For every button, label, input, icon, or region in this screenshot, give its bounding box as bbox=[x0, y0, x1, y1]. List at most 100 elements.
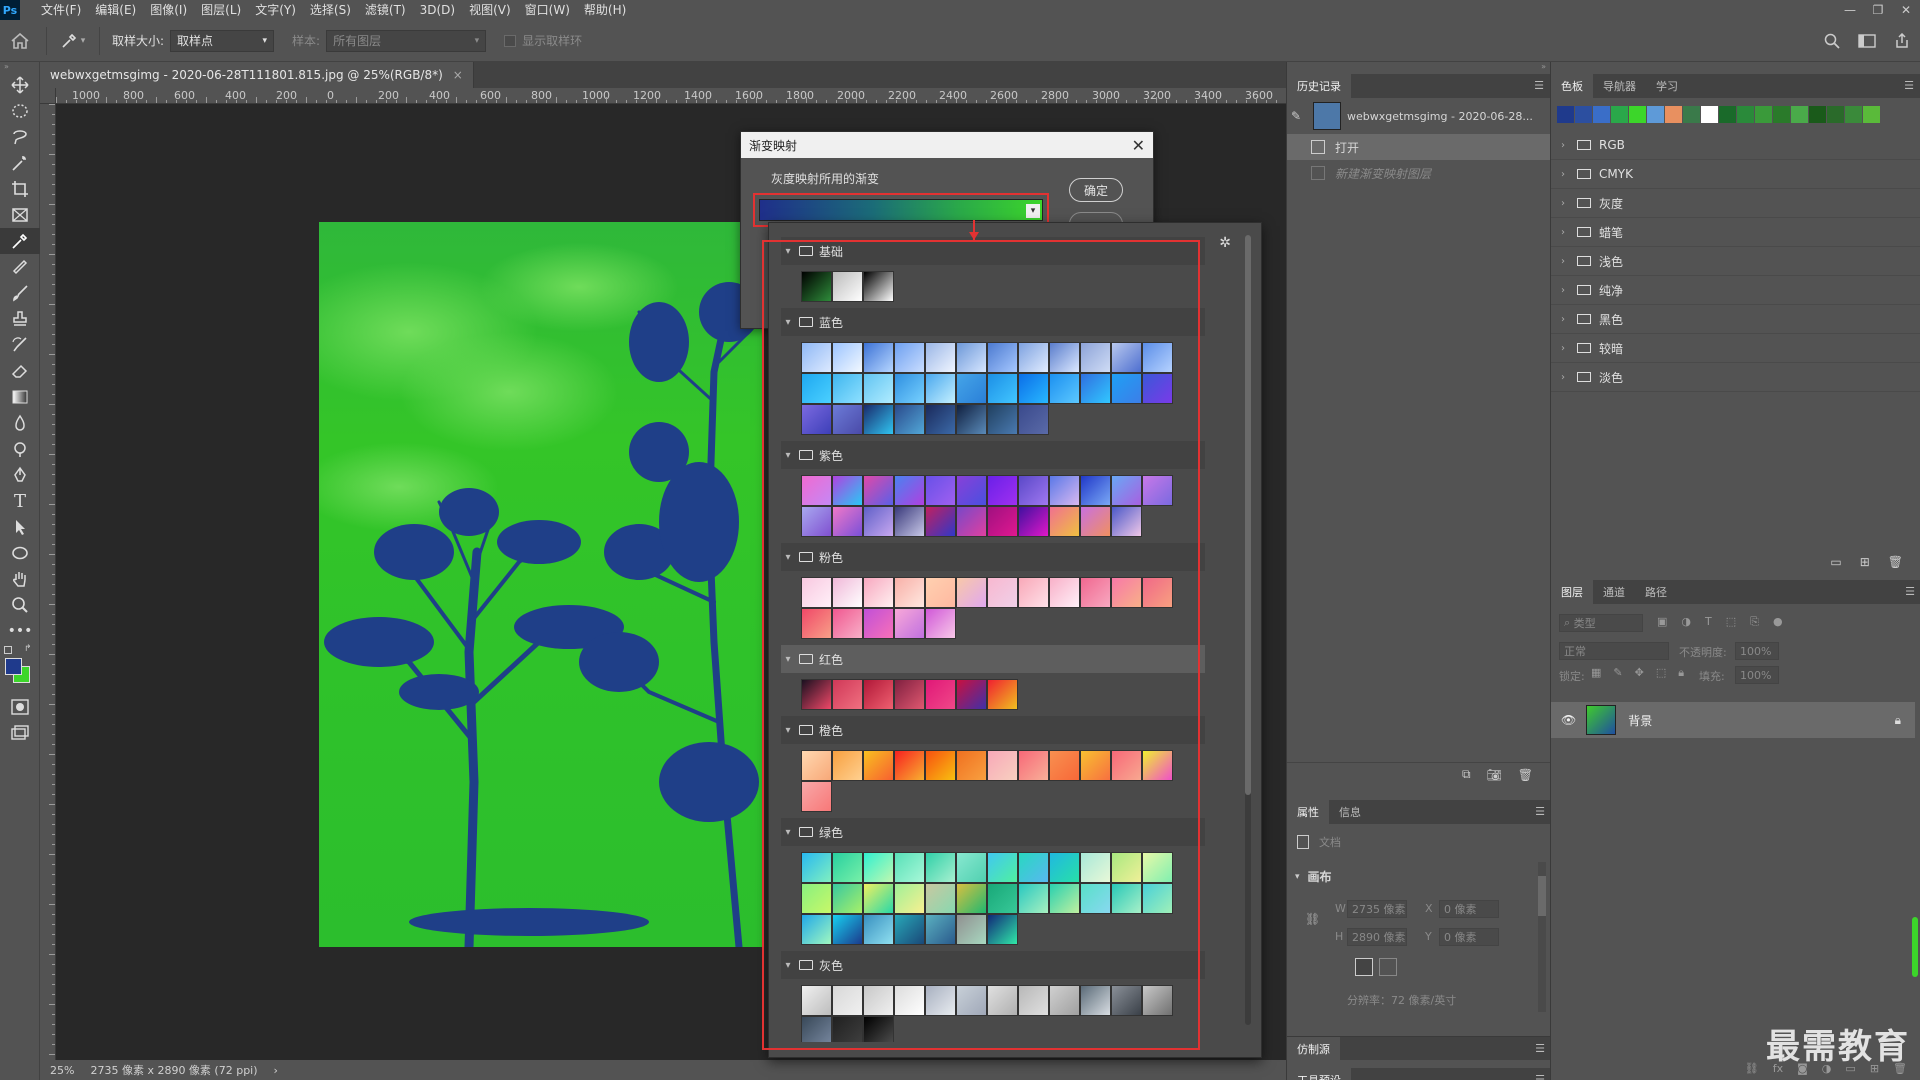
gradient-swatch[interactable] bbox=[832, 1016, 863, 1042]
color-swatch[interactable] bbox=[1611, 106, 1628, 123]
gradient-swatch[interactable] bbox=[801, 750, 832, 781]
lock-transparency-icon[interactable]: ▦ bbox=[1591, 666, 1601, 680]
dodge-tool[interactable] bbox=[0, 436, 40, 462]
close-icon[interactable]: ✕ bbox=[1892, 0, 1920, 20]
adjustment-filter-icon[interactable]: ◑ bbox=[1681, 615, 1691, 629]
gradient-swatch[interactable] bbox=[863, 1016, 894, 1042]
blend-mode-select[interactable]: 正常 bbox=[1559, 642, 1669, 660]
ok-button[interactable]: 确定 bbox=[1069, 178, 1123, 202]
magic-wand-tool[interactable] bbox=[0, 150, 40, 176]
color-swatch[interactable] bbox=[1863, 106, 1880, 123]
gradient-swatch[interactable] bbox=[863, 475, 894, 506]
gradient-swatch[interactable] bbox=[801, 506, 832, 537]
gradient-swatch[interactable] bbox=[801, 373, 832, 404]
gradient-swatch[interactable] bbox=[894, 750, 925, 781]
document-tab[interactable]: webwxgetmsgimg - 2020-06-28T111801.815.j… bbox=[40, 62, 474, 88]
gradient-swatch[interactable] bbox=[1018, 404, 1049, 435]
new-document-icon[interactable]: ⧉ bbox=[1462, 767, 1471, 782]
menu-item[interactable]: 编辑(E) bbox=[88, 0, 143, 20]
gradient-swatch[interactable] bbox=[925, 404, 956, 435]
gradient-swatch[interactable] bbox=[1142, 883, 1173, 914]
gradient-swatch[interactable] bbox=[987, 342, 1018, 373]
lock-pixels-icon[interactable]: ✎ bbox=[1613, 666, 1622, 680]
color-swatch[interactable] bbox=[1629, 106, 1646, 123]
toolbar-collapse-icon[interactable]: » bbox=[0, 62, 39, 72]
workspace-icon[interactable] bbox=[1858, 34, 1876, 48]
gradient-swatch[interactable] bbox=[987, 404, 1018, 435]
gradient-swatch[interactable] bbox=[863, 373, 894, 404]
gradient-swatch[interactable] bbox=[863, 852, 894, 883]
gradient-swatch[interactable] bbox=[801, 1016, 832, 1042]
gradient-swatch[interactable] bbox=[987, 373, 1018, 404]
gradient-swatch[interactable] bbox=[1049, 373, 1080, 404]
gradient-group-header[interactable]: ▾ 红色 bbox=[781, 645, 1205, 673]
swatch-folder[interactable]: › 纯净 bbox=[1551, 276, 1920, 305]
gradient-swatch[interactable] bbox=[832, 577, 863, 608]
eyedropper-preset-icon[interactable]: ▾ bbox=[53, 33, 93, 49]
gradient-preview[interactable]: ▾ bbox=[759, 199, 1043, 221]
color-swatch[interactable] bbox=[1683, 106, 1700, 123]
gradient-swatch[interactable] bbox=[894, 404, 925, 435]
lasso-tool[interactable] bbox=[0, 124, 40, 150]
tab-tool-presets[interactable]: 工具预设 bbox=[1287, 1068, 1351, 1080]
gradient-swatch[interactable] bbox=[925, 679, 956, 710]
gradient-swatch[interactable] bbox=[894, 342, 925, 373]
tool-presets-panel[interactable]: 工具预设 ☰ bbox=[1287, 1068, 1551, 1080]
quick-mask[interactable] bbox=[0, 694, 40, 720]
panel-menu-icon[interactable]: ☰ bbox=[1534, 79, 1544, 92]
gradient-swatch[interactable] bbox=[1142, 750, 1173, 781]
gradient-swatch[interactable] bbox=[801, 608, 832, 639]
gradient-swatch[interactable] bbox=[987, 679, 1018, 710]
vertical-ruler[interactable] bbox=[40, 104, 56, 1060]
gradient-swatch[interactable] bbox=[894, 475, 925, 506]
gradient-swatch[interactable] bbox=[1111, 852, 1142, 883]
restore-icon[interactable]: ❐ bbox=[1864, 0, 1892, 20]
gradient-swatch[interactable] bbox=[925, 985, 956, 1016]
gradient-swatch[interactable] bbox=[956, 373, 987, 404]
lock-all-icon[interactable]: 🔒︎ bbox=[1678, 666, 1684, 680]
portrait-orientation-icon[interactable] bbox=[1355, 958, 1373, 976]
gradient-swatch[interactable] bbox=[1142, 342, 1173, 373]
trash-icon[interactable]: 🗑︎ bbox=[1888, 555, 1903, 569]
gradient-swatch[interactable] bbox=[956, 914, 987, 945]
menu-item[interactable]: 视图(V) bbox=[462, 0, 518, 20]
layer-kind-filter[interactable]: ⌕ 类型 bbox=[1559, 614, 1643, 632]
frame-tool[interactable] bbox=[0, 202, 40, 228]
gradient-swatch[interactable] bbox=[925, 608, 956, 639]
gradient-swatch[interactable] bbox=[1018, 883, 1049, 914]
tab-navigator[interactable]: 导航器 bbox=[1593, 74, 1646, 98]
menu-item[interactable]: 3D(D) bbox=[413, 0, 462, 20]
gradient-swatch[interactable] bbox=[1111, 506, 1142, 537]
panel-menu-icon[interactable]: ☰ bbox=[1535, 1073, 1545, 1080]
close-icon[interactable]: ✕ bbox=[1132, 136, 1145, 155]
gradient-swatch[interactable] bbox=[956, 506, 987, 537]
gradient-swatch[interactable] bbox=[956, 475, 987, 506]
menu-item[interactable]: 窗口(W) bbox=[518, 0, 577, 20]
gradient-swatch[interactable] bbox=[925, 506, 956, 537]
gradient-swatch[interactable] bbox=[1018, 852, 1049, 883]
gradient-swatch[interactable] bbox=[832, 475, 863, 506]
gradient-swatch[interactable] bbox=[801, 342, 832, 373]
gradient-swatch[interactable] bbox=[801, 883, 832, 914]
gradient-swatch[interactable] bbox=[925, 342, 956, 373]
color-swatch[interactable] bbox=[1809, 106, 1826, 123]
tab-swatches[interactable]: 色板 bbox=[1551, 74, 1593, 98]
gradient-swatch[interactable] bbox=[801, 475, 832, 506]
panel-menu-icon[interactable]: ☰ bbox=[1535, 1042, 1545, 1055]
close-tab-icon[interactable]: × bbox=[453, 68, 463, 82]
history-brush-tool[interactable] bbox=[0, 332, 40, 358]
layer-row[interactable]: 👁︎ 背景 🔒︎ bbox=[1551, 702, 1915, 738]
width-field[interactable]: 2735 像素 bbox=[1347, 900, 1407, 918]
gradient-swatch[interactable] bbox=[987, 750, 1018, 781]
gradient-swatch[interactable] bbox=[832, 506, 863, 537]
gradient-swatch[interactable] bbox=[1080, 475, 1111, 506]
gradient-swatch[interactable] bbox=[863, 506, 894, 537]
pen-tool[interactable] bbox=[0, 462, 40, 488]
gradient-swatch[interactable] bbox=[801, 271, 832, 302]
home-button[interactable] bbox=[0, 20, 40, 62]
hand-tool[interactable] bbox=[0, 566, 40, 592]
gradient-swatch[interactable] bbox=[956, 342, 987, 373]
gradient-swatch[interactable] bbox=[1080, 750, 1111, 781]
color-swatch[interactable] bbox=[1791, 106, 1808, 123]
swatch-folder[interactable]: › CMYK bbox=[1551, 160, 1920, 189]
